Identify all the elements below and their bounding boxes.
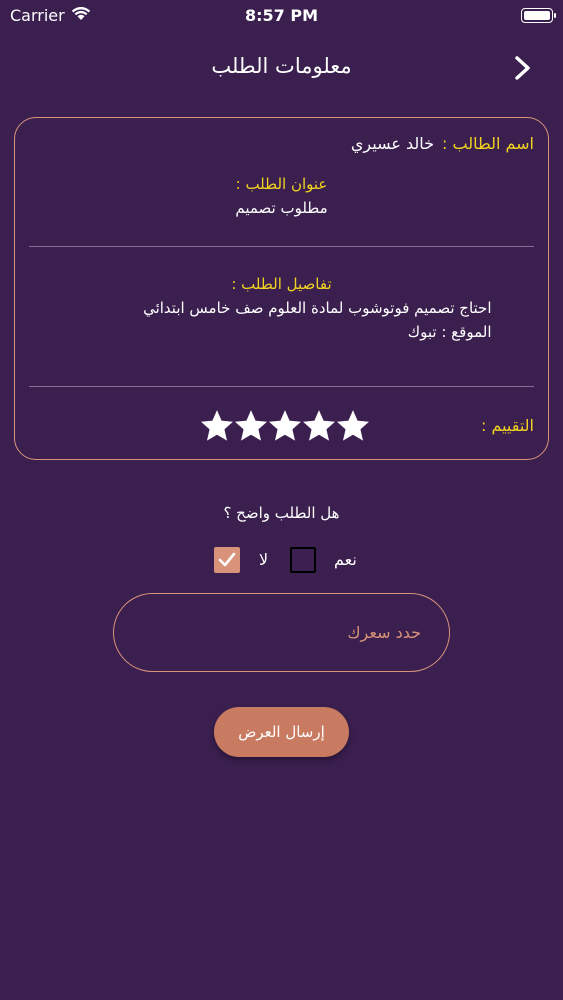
rating-row: التقييم : (481, 416, 534, 435)
title-value: مطلوب تصميم (235, 199, 328, 217)
title-label: عنوان الطلب : (235, 175, 328, 193)
rating-label: التقييم : (480, 416, 534, 435)
clarity-question: هل الطلب واضح ؟ (223, 504, 340, 522)
back-button[interactable] (505, 50, 541, 86)
nav-bar: معلومات الطلب (0, 40, 563, 96)
check-icon (218, 552, 236, 567)
clarity-options: نعم لا (0, 546, 563, 576)
status-bar: Carrier 8:57 PM (0, 0, 563, 32)
status-time: 8:57 PM (244, 6, 318, 25)
yes-label: نعم (334, 550, 357, 569)
battery-icon (521, 8, 556, 23)
star-icon[interactable] (337, 410, 369, 442)
chevron-right-icon (515, 56, 530, 80)
star-icon[interactable] (201, 410, 233, 442)
request-card: اسم الطالب : خالد عسيري عنوان الطلب : مط… (14, 117, 549, 460)
student-row: اسم الطالب : خالد عسيري (351, 134, 534, 153)
title-block: عنوان الطلب : مطلوب تصميم (15, 172, 548, 220)
divider-2 (29, 386, 534, 387)
no-checkbox[interactable] (214, 547, 240, 573)
screen: Carrier 8:57 PM معلومات الطلب اسم الطالب… (0, 0, 563, 1000)
no-label: لا (259, 550, 269, 569)
student-name: خالد عسيري (350, 134, 435, 153)
page-title: معلومات الطلب (211, 54, 352, 78)
star-icon[interactable] (235, 410, 267, 442)
details-block: تفاصيل الطلب : احتاج تصميم فوتوشوب لمادة… (15, 272, 548, 344)
yes-checkbox[interactable] (290, 547, 316, 573)
submit-offer-button[interactable]: إرسال العرض (214, 707, 349, 757)
star-icon[interactable] (269, 410, 301, 442)
price-input[interactable] (113, 593, 450, 672)
details-value: احتاج تصميم فوتوشوب لمادة العلوم صف خامس… (143, 299, 492, 317)
rating-stars (201, 410, 369, 442)
star-icon[interactable] (303, 410, 335, 442)
location-value: الموقع : تبوك (407, 323, 492, 341)
details-label: تفاصيل الطلب : (231, 275, 332, 293)
student-label: اسم الطالب : (442, 134, 534, 153)
divider-1 (29, 246, 534, 247)
